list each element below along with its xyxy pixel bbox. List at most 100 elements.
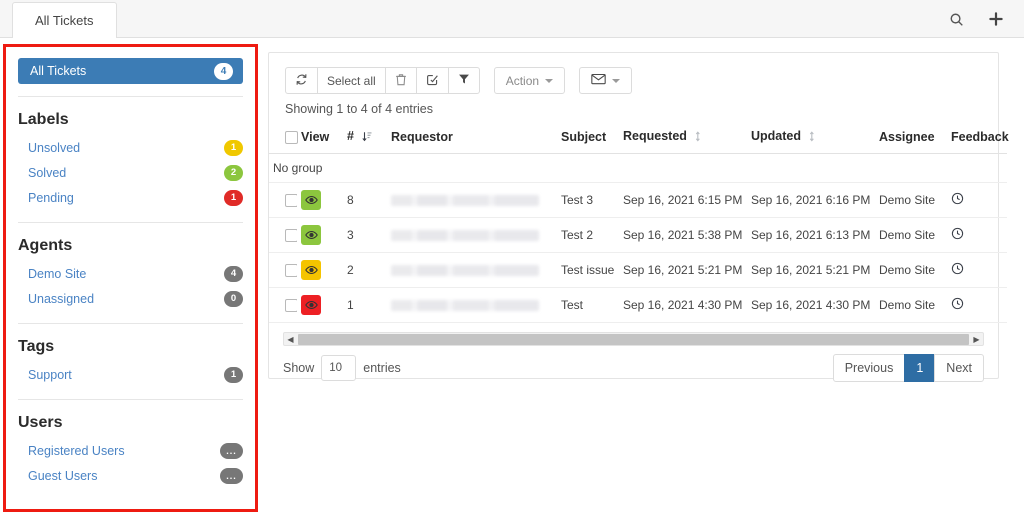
previous-page-button[interactable]: Previous [832,354,906,382]
sidebar-item-count: 4 [214,62,233,80]
horizontal-scrollbar[interactable]: ◀ ▶ [283,332,984,346]
row-id[interactable]: 8 [343,182,387,218]
sidebar-divider [18,399,243,400]
sidebar-item-demo-site[interactable]: Demo Site 4 [6,261,255,286]
envelope-icon [591,73,606,88]
search-icon[interactable] [946,9,966,29]
sidebar-item-registered-users[interactable]: Registered Users ... [6,438,255,463]
sort-descending-icon[interactable] [362,131,372,145]
row-feedback[interactable] [947,287,1007,323]
row-select-cell[interactable] [269,252,297,288]
row-checkbox[interactable] [285,229,297,243]
filter-button[interactable] [447,67,480,94]
row-checkbox[interactable] [285,299,297,313]
sidebar-item-unassigned[interactable]: Unassigned 0 [6,286,255,311]
row-assignee: Demo Site [875,252,947,288]
redacted-text [391,194,539,206]
row-checkbox[interactable] [285,194,297,208]
table-row[interactable]: 8 Test 3 Sep 16, 2021 6:15 PM Sep 16, 20… [269,182,1007,218]
header-subject[interactable]: Subject [557,123,619,154]
header-updated-label: Updated [751,129,801,143]
eye-icon[interactable] [301,260,321,280]
table-row[interactable]: 2 Test issue Sep 16, 2021 5:21 PM Sep 16… [269,252,1007,288]
entries-input[interactable]: 10 [321,355,357,381]
edit-button[interactable] [415,67,449,94]
row-requestor [387,252,557,288]
status-badge: 4 [224,265,243,282]
sidebar-item-pending[interactable]: Pending 1 [6,185,255,210]
table-row[interactable]: 3 Test 2 Sep 16, 2021 5:38 PM Sep 16, 20… [269,217,1007,253]
page-1-button[interactable]: 1 [904,354,936,382]
header-feedback[interactable]: Feedback [947,123,1009,154]
delete-button[interactable] [384,67,417,94]
row-id[interactable]: 3 [343,217,387,253]
next-page-button[interactable]: Next [934,354,984,382]
row-view-cell[interactable] [297,287,343,323]
table-row[interactable]: 1 Test Sep 16, 2021 4:30 PM Sep 16, 2021… [269,287,1007,323]
scrollbar-thumb[interactable] [298,333,969,345]
filter-funnel-icon [458,73,470,88]
header-assignee[interactable]: Assignee [875,123,947,154]
tab-all-tickets[interactable]: All Tickets [12,2,117,38]
edit-check-icon [426,73,439,89]
eye-icon[interactable] [301,225,321,245]
row-subject[interactable]: Test [557,287,619,323]
header-number[interactable]: # [343,123,387,154]
row-subject[interactable]: Test issue [557,252,619,288]
sidebar-item-guest-users[interactable]: Guest Users ... [6,463,255,488]
select-all-checkbox[interactable] [285,131,298,145]
scroll-right-arrow[interactable]: ▶ [970,335,983,344]
pagination: Previous 1 Next [832,354,984,382]
row-assignee: Demo Site [875,217,947,253]
row-requestor [387,182,557,218]
row-feedback[interactable] [947,182,1007,218]
sidebar-item-unsolved[interactable]: Unsolved 1 [6,135,255,160]
mail-dropdown[interactable] [579,67,633,94]
row-view-cell[interactable] [297,252,343,288]
row-checkbox[interactable] [285,264,297,278]
sidebar-item-solved[interactable]: Solved 2 [6,160,255,185]
header-updated[interactable]: Updated [747,123,875,154]
row-select-cell[interactable] [269,217,297,253]
status-badge: 1 [224,139,243,156]
chevron-down-icon [612,78,621,83]
header-requestor[interactable]: Requestor [387,123,557,154]
sort-both-icon[interactable] [695,131,704,145]
header-select-all[interactable] [269,123,298,154]
action-dropdown[interactable]: Action [493,67,566,94]
row-subject[interactable]: Test 2 [557,217,619,253]
sidebar-item-label: All Tickets [30,64,87,78]
row-select-cell[interactable] [269,287,297,323]
header-requested[interactable]: Requested [619,123,747,154]
row-feedback[interactable] [947,217,1007,253]
scroll-left-arrow[interactable]: ◀ [284,335,297,344]
table-footer: Show 10 entries Previous 1 Next [269,346,998,382]
row-subject[interactable]: Test 3 [557,182,619,218]
clock-icon [951,262,964,278]
status-badge: 2 [224,164,243,181]
plus-icon[interactable] [986,9,1006,29]
sidebar-item-label: Demo Site [28,266,87,281]
row-view-cell[interactable] [297,217,343,253]
row-id[interactable]: 1 [343,287,387,323]
chevron-down-icon [545,78,554,83]
select-all-button[interactable]: Select all [317,67,386,94]
row-id[interactable]: 2 [343,252,387,288]
header-view[interactable]: View [297,123,343,154]
row-requested: Sep 16, 2021 5:38 PM [619,217,747,253]
status-badge: ... [220,467,243,484]
sidebar-heading-users: Users [18,414,63,431]
row-feedback[interactable] [947,252,1007,288]
sidebar-item-all-tickets[interactable]: All Tickets 4 [18,58,243,84]
group-row: No group [269,153,1007,183]
row-select-cell[interactable] [269,182,297,218]
row-view-cell[interactable] [297,182,343,218]
eye-icon[interactable] [301,295,321,315]
row-updated: Sep 16, 2021 4:30 PM [747,287,875,323]
sidebar-item-support[interactable]: Support 1 [6,362,255,387]
sidebar-item-label: Guest Users [28,468,98,483]
refresh-button[interactable] [285,67,318,94]
eye-icon[interactable] [301,190,321,210]
redacted-text [391,264,539,276]
sort-both-icon[interactable] [809,131,818,145]
